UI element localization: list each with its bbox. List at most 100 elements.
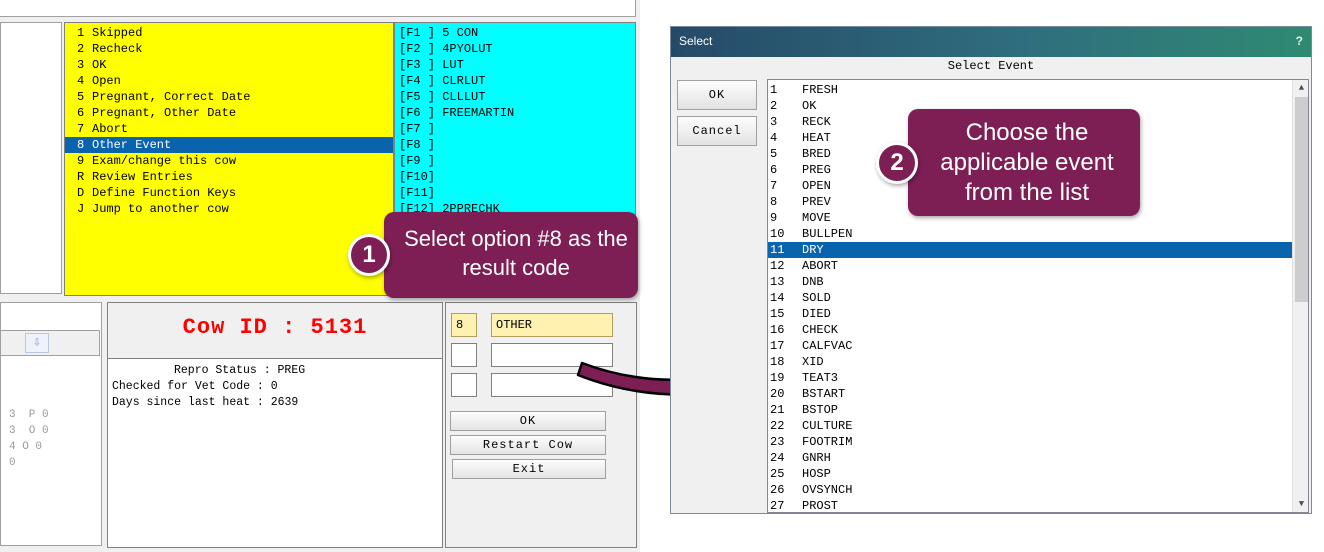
repro-status: Repro Status : PREG (174, 364, 306, 377)
event-item-calfvac[interactable]: 17 CALFVAC (768, 338, 1292, 354)
event-number: 25 (770, 467, 785, 481)
function-key-row[interactable]: [F2 ] 4PYOLUT (399, 41, 493, 57)
menu-item-r[interactable]: R Review Entries (65, 169, 393, 185)
menu-item-key: 7 (77, 122, 85, 136)
event-number: 10 (770, 227, 785, 241)
step1-callout-text: Select option #8 as the result code (404, 226, 628, 280)
function-key-row[interactable]: [F3 ] LUT (399, 57, 464, 73)
dialog-cancel-button[interactable]: Cancel (677, 116, 757, 146)
function-key-label: [F2 ] (399, 42, 436, 56)
result-code-field[interactable]: 8 (451, 313, 477, 337)
function-key-row[interactable]: [F10] (399, 169, 442, 185)
event-item-gnrh[interactable]: 24 GNRH (768, 450, 1292, 466)
event-item-hosp[interactable]: 25 HOSP (768, 466, 1292, 482)
event-item-bstop[interactable]: 21 BSTOP (768, 402, 1292, 418)
menu-item-9[interactable]: 9 Exam/change this cow (65, 153, 393, 169)
scroll-up-icon[interactable]: ▲ (1293, 80, 1308, 96)
help-icon[interactable]: ? (1296, 34, 1303, 48)
menu-item-key: D (77, 186, 85, 200)
event-item-teat3[interactable]: 19 TEAT3 (768, 370, 1292, 386)
dialog-ok-button[interactable]: OK (677, 80, 757, 110)
event-name: FRESH (802, 83, 839, 97)
event-item-culture[interactable]: 22 CULTURE (768, 418, 1292, 434)
event-item-dnb[interactable]: 13 DNB (768, 274, 1292, 290)
event-name: PREG (802, 163, 831, 177)
event-name: BRED (802, 147, 831, 161)
exit-button[interactable]: Exit (452, 459, 606, 479)
event-list-scrollbar[interactable]: ▲ ▼ (1292, 80, 1308, 512)
event-item-bullpen[interactable]: 10 BULLPEN (768, 226, 1292, 242)
function-key-row[interactable]: [F7 ] (399, 121, 442, 137)
event-number: 6 (770, 163, 778, 177)
scrollbar-thumb[interactable] (1295, 97, 1308, 302)
event-number: 23 (770, 435, 785, 449)
event-number: 13 (770, 275, 785, 289)
event-name: OPEN (802, 179, 831, 193)
menu-item-key: 6 (77, 106, 85, 120)
event-item-xid[interactable]: 18 XID (768, 354, 1292, 370)
event-number: 26 (770, 483, 785, 497)
menu-item-2[interactable]: 2 Recheck (65, 41, 393, 57)
function-key-label: [F9 ] (399, 154, 436, 168)
event-name: BSTART (802, 387, 846, 401)
function-key-row[interactable]: [F11] (399, 185, 442, 201)
top-input-strip (0, 0, 636, 17)
event-number: 18 (770, 355, 785, 369)
event-number: 24 (770, 451, 785, 465)
menu-item-5[interactable]: 5 Pregnant, Correct Date (65, 89, 393, 105)
function-key-label: [F5 ] (399, 90, 436, 104)
function-key-value: 4PYOLUT (442, 42, 493, 56)
event-number: 27 (770, 499, 785, 513)
result-code-field-3[interactable] (451, 373, 477, 397)
event-name: HOSP (802, 467, 831, 481)
event-item-sold[interactable]: 14 SOLD (768, 290, 1292, 306)
event-number: 11 (770, 243, 785, 257)
scroll-down-arrow-icon[interactable]: ⇩ (25, 333, 49, 353)
function-key-value: CLRLUT (442, 74, 486, 88)
step1-badge: 1 (348, 234, 390, 276)
menu-item-label: Skipped (92, 26, 143, 40)
result-code-field-2[interactable] (451, 343, 477, 367)
menu-item-label: Open (92, 74, 121, 88)
event-item-prost[interactable]: 27 PROST (768, 498, 1292, 513)
event-item-ovsynch[interactable]: 26 OVSYNCH (768, 482, 1292, 498)
function-key-row[interactable]: [F5 ] CLLLUT (399, 89, 485, 105)
event-number: 1 (770, 83, 778, 97)
event-item-bstart[interactable]: 20 BSTART (768, 386, 1292, 402)
function-key-row[interactable]: [F1 ] 5 CON (399, 25, 478, 41)
event-item-fresh[interactable]: 1 FRESH (768, 82, 1292, 98)
event-item-check[interactable]: 16 CHECK (768, 322, 1292, 338)
menu-item-4[interactable]: 4 Open (65, 73, 393, 89)
menu-item-d[interactable]: D Define Function Keys (65, 185, 393, 201)
menu-item-key: R (77, 170, 85, 184)
event-name: XID (802, 355, 824, 369)
history-row: 3 O 0 (9, 425, 49, 437)
event-item-died[interactable]: 15 DIED (768, 306, 1292, 322)
event-name: CHECK (802, 323, 839, 337)
menu-item-j[interactable]: J Jump to another cow (65, 201, 393, 217)
event-item-abort[interactable]: 12 ABORT (768, 258, 1292, 274)
vet-code-status: Checked for Vet Code : 0 (112, 380, 278, 393)
menu-item-label: Pregnant, Other Date (92, 106, 237, 120)
event-item-dry[interactable]: 11 DRY (768, 242, 1292, 258)
menu-item-6[interactable]: 6 Pregnant, Other Date (65, 105, 393, 121)
menu-item-key: 9 (77, 154, 85, 168)
function-key-label: [F4 ] (399, 74, 436, 88)
event-item-footrim[interactable]: 23 FOOTRIM (768, 434, 1292, 450)
function-key-row[interactable]: [F8 ] (399, 137, 442, 153)
event-number: 7 (770, 179, 778, 193)
function-key-row[interactable]: [F4 ] CLRLUT (399, 73, 485, 89)
event-name: MOVE (802, 211, 831, 225)
menu-item-8[interactable]: 8 Other Event (65, 137, 393, 153)
event-number: 8 (770, 195, 778, 209)
function-key-row[interactable]: [F6 ] FREEMARTIN (399, 105, 514, 121)
event-name: BSTOP (802, 403, 839, 417)
function-key-row[interactable]: [F9 ] (399, 153, 442, 169)
menu-item-3[interactable]: 3 OK (65, 57, 393, 73)
event-name: TEAT3 (802, 371, 839, 385)
menu-item-1[interactable]: 1 Skipped (65, 25, 393, 41)
event-name: DRY (802, 243, 824, 257)
menu-item-7[interactable]: 7 Abort (65, 121, 393, 137)
scroll-down-icon[interactable]: ▼ (1293, 496, 1308, 512)
event-number: 22 (770, 419, 785, 433)
